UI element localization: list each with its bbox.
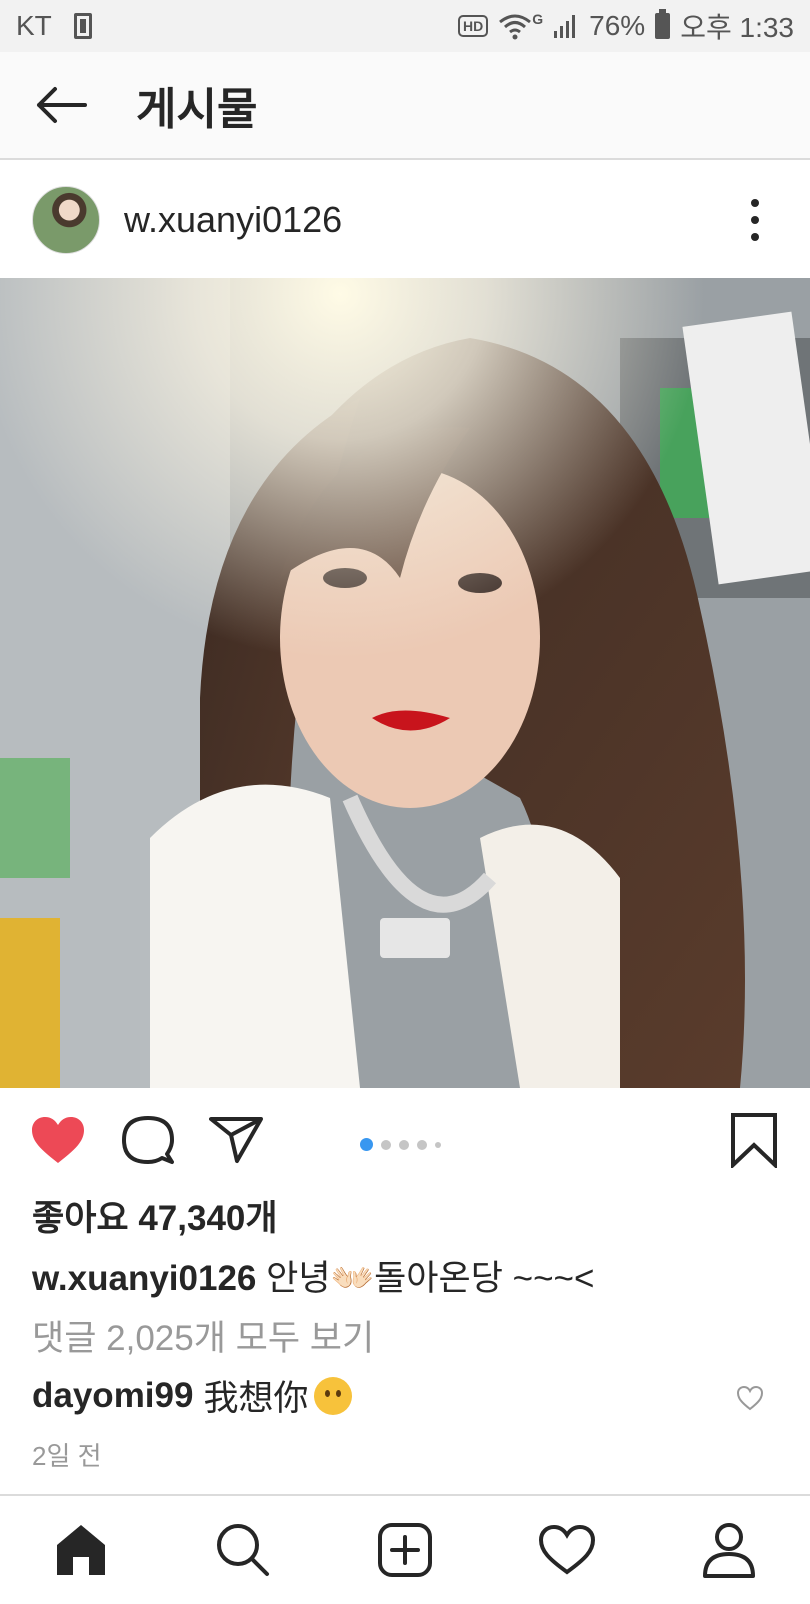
photo-illustration (0, 278, 810, 1088)
comment-icon (122, 1116, 174, 1164)
post-header: w.xuanyi0126 (0, 162, 810, 278)
network-type-label: G (532, 11, 544, 27)
heart-filled-icon (32, 1117, 84, 1163)
signal-icon (554, 15, 576, 38)
confused-face-emoji-icon (314, 1376, 353, 1415)
post-timestamp: 2일 전 (32, 1441, 102, 1471)
hd-voice-icon: HD (458, 15, 489, 37)
save-button[interactable] (724, 1110, 784, 1170)
carousel-dot (360, 1138, 373, 1151)
activity-heart-icon (538, 1524, 596, 1575)
share-button[interactable] (206, 1110, 266, 1170)
profile-icon (703, 1523, 755, 1578)
sim-card-icon (73, 13, 92, 39)
nav-profile[interactable] (689, 1510, 769, 1590)
carousel-dot (417, 1139, 427, 1150)
nav-search[interactable] (203, 1510, 283, 1590)
carousel-indicator (360, 1138, 441, 1151)
post-actions (0, 1100, 810, 1180)
nav-new-post[interactable] (365, 1510, 445, 1590)
battery-icon (655, 9, 671, 39)
clock: 오후 1:33 (680, 12, 794, 43)
post-photo[interactable] (0, 278, 810, 1088)
home-icon (57, 1525, 105, 1575)
battery-percent: 76% (589, 10, 646, 41)
like-button[interactable] (28, 1110, 88, 1170)
carousel-dot (435, 1141, 441, 1148)
paper-plane-icon (209, 1117, 263, 1163)
back-button[interactable] (16, 51, 106, 159)
wifi-icon (499, 14, 532, 40)
nav-home[interactable] (41, 1510, 121, 1590)
like-count[interactable]: 좋아요 47,340개 (32, 1190, 278, 1241)
comment-button[interactable] (118, 1110, 178, 1170)
more-vertical-icon (751, 199, 759, 207)
caption-text: 안녕👐🏻돌아온당 ~~~< (266, 1259, 595, 1298)
search-icon (217, 1524, 269, 1576)
comment-like-button[interactable] (736, 1380, 768, 1412)
arrow-left-icon (37, 87, 87, 123)
heart-outline-icon (736, 1385, 764, 1410)
caption-username[interactable]: w.xuanyi0126 (32, 1259, 256, 1298)
nav-activity[interactable] (527, 1510, 607, 1590)
status-bar: KT HD G 76% 오후 1:33 (0, 0, 810, 52)
avatar[interactable] (32, 186, 100, 254)
add-icon (378, 1523, 432, 1577)
post-caption: w.xuanyi0126 안녕👐🏻돌아온당 ~~~< (32, 1250, 594, 1301)
top-comment: dayomi99 我想你 (32, 1370, 778, 1421)
bottom-navigation (0, 1494, 810, 1604)
comment-username[interactable]: dayomi99 (32, 1376, 193, 1416)
more-options-button[interactable] (740, 190, 770, 250)
carousel-dot (399, 1139, 409, 1150)
page-title: 게시물 (136, 85, 258, 134)
comment-text: 我想你 (203, 1379, 309, 1418)
bookmark-icon (731, 1113, 777, 1168)
carrier-label: KT (16, 10, 52, 41)
view-all-comments-link[interactable]: 댓글 2,025개 모두 보기 (32, 1310, 374, 1361)
post-username[interactable]: w.xuanyi0126 (124, 199, 342, 241)
carousel-dot (381, 1139, 391, 1150)
top-bar: 게시물 (0, 52, 810, 160)
